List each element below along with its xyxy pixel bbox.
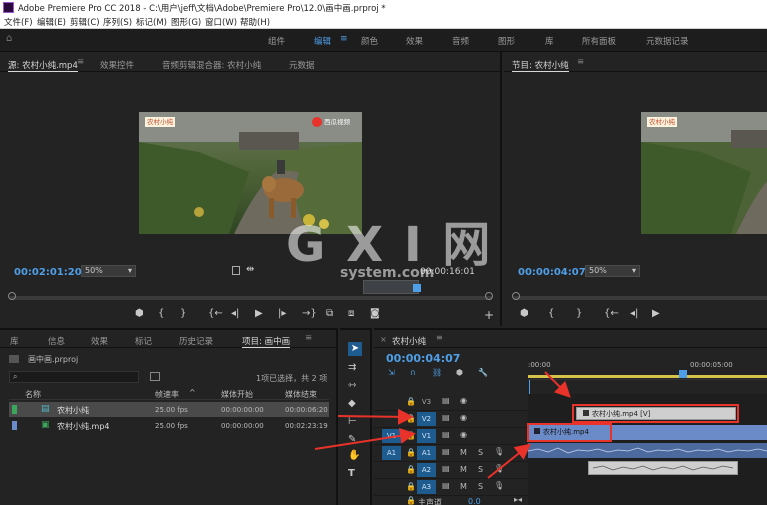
arrow-to-v1-track <box>314 427 416 450</box>
arrow-to-v2-clip <box>544 371 571 398</box>
annotation-arrows <box>314 371 571 479</box>
arrow-to-v1-clip <box>487 443 532 479</box>
arrow-to-v2-track <box>337 408 414 425</box>
